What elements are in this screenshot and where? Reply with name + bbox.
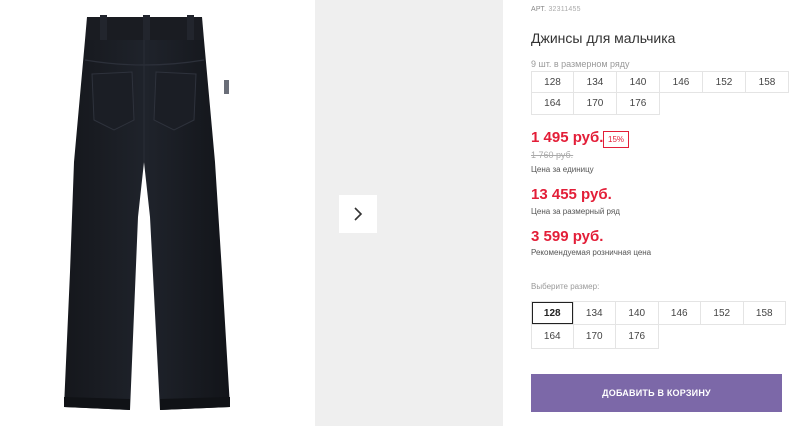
size-option-140[interactable]: 140 [616,301,659,325]
retail-price: 3 599 руб. [531,228,604,245]
pack-size-cell: 152 [703,71,746,93]
article-label: АРТ. [531,6,547,13]
add-to-cart-button[interactable]: ДОБАВИТЬ В КОРЗИНУ [531,374,782,412]
size-option-170[interactable]: 170 [573,325,616,349]
product-title: Джинсы для мальчика [531,30,676,46]
retail-price-caption: Рекомендуемая розничная цена [531,248,652,257]
article-number: АРТ. 32311455 [531,6,581,13]
pack-size-cell: 146 [660,71,703,93]
pack-size-cell: 170 [574,93,617,115]
discount-badge: 15% [603,131,630,148]
size-option-158[interactable]: 158 [743,301,786,325]
size-select-label: Выберите размер: [531,282,600,291]
size-option-176[interactable]: 176 [616,325,659,349]
chevron-right-icon [354,207,363,221]
jeans-image [64,15,230,410]
pack-size-cell: 128 [531,71,574,93]
unit-price-caption: Цена за единицу [531,165,594,174]
product-photo[interactable] [0,0,315,426]
next-image-button[interactable] [339,195,377,233]
size-selector: 128 134 140 146 152 158 164 170 176 [531,301,786,349]
size-option-134[interactable]: 134 [573,301,616,325]
unit-price: 1 495 руб. [531,129,604,146]
old-price: 1 760 руб. [531,150,574,160]
size-option-152[interactable]: 152 [701,301,744,325]
pack-size-cell: 134 [574,71,617,93]
pack-size-cell: 158 [746,71,789,93]
pack-price-caption: Цена за размерный ряд [531,207,620,216]
product-gallery [0,0,505,426]
article-value: 32311455 [548,6,581,13]
pack-size-cell: 164 [531,93,574,115]
size-option-146[interactable]: 146 [658,301,701,325]
pack-note: 9 шт. в размерном ряду [531,59,630,69]
size-option-128[interactable]: 128 [531,301,574,325]
pack-size-cell: 140 [617,71,660,93]
pack-price: 13 455 руб. [531,186,612,203]
pack-size-cell: 176 [617,93,660,115]
size-option-164[interactable]: 164 [531,325,574,349]
pack-size-grid: 128 134 140 146 152 158 164 170 176 [531,71,789,115]
